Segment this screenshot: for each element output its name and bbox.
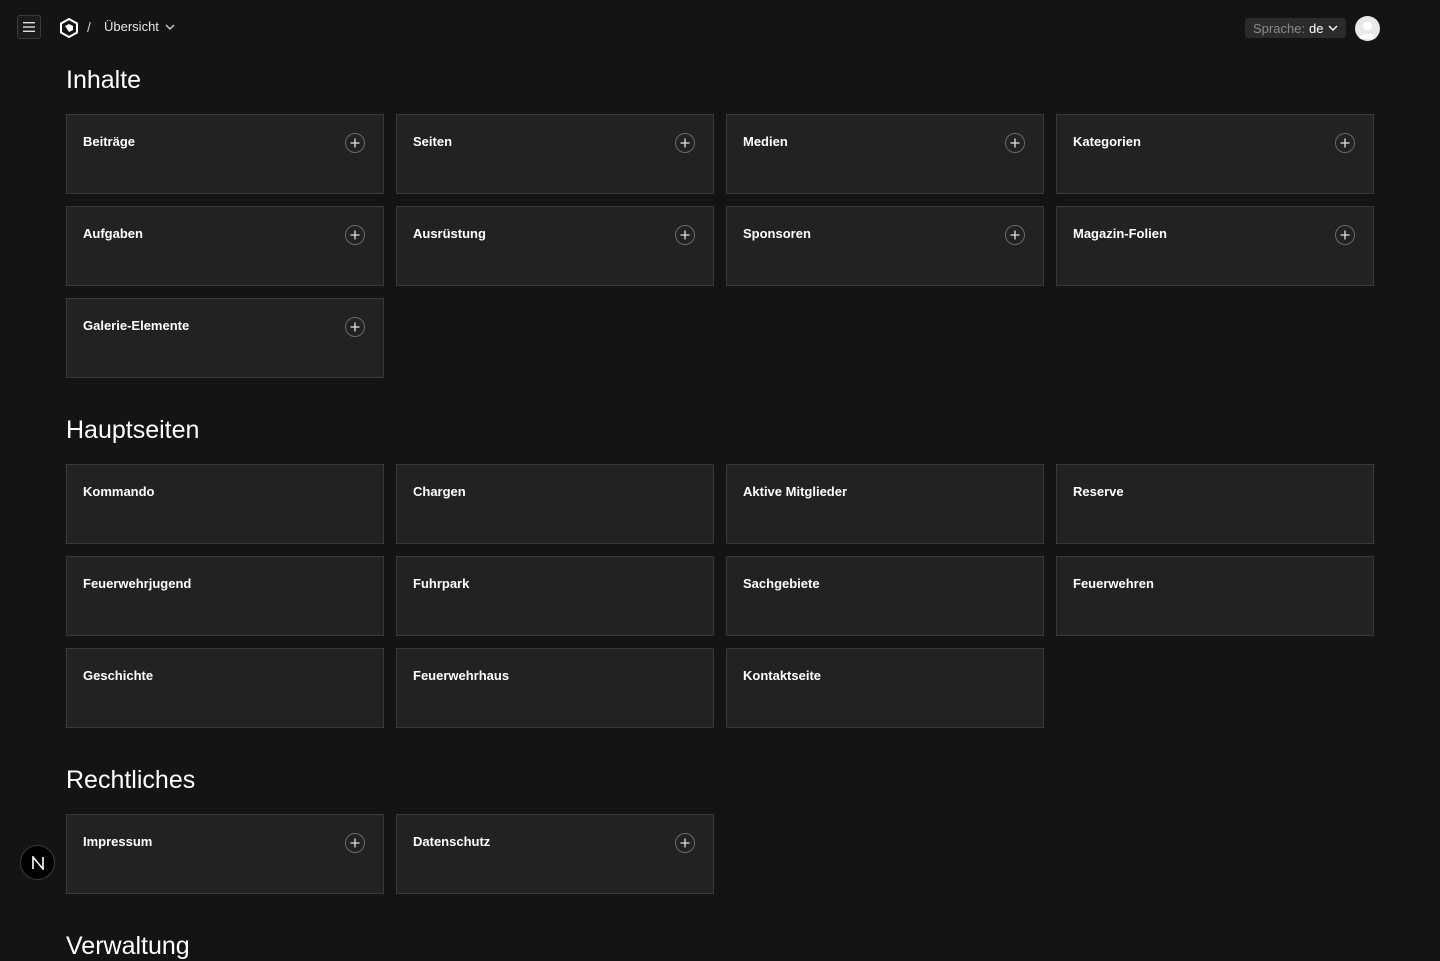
add-item-button[interactable] — [1005, 133, 1025, 153]
user-icon — [1359, 21, 1376, 39]
plus-icon — [1340, 230, 1350, 240]
collection-card-label: Kommando — [83, 484, 155, 499]
collection-card-label: Fuhrpark — [413, 576, 470, 591]
collection-card[interactable]: Impressum — [66, 814, 384, 894]
collection-card-label: Aufgaben — [83, 226, 143, 241]
plus-icon — [350, 230, 360, 240]
collection-card-label: Sachgebiete — [743, 576, 820, 591]
collection-card[interactable]: Galerie-Elemente — [66, 298, 384, 378]
add-item-button[interactable] — [675, 225, 695, 245]
collection-card[interactable]: Feuerwehren — [1056, 556, 1374, 636]
collection-card-label: Seiten — [413, 134, 453, 149]
next-logo-icon — [31, 855, 44, 870]
plus-icon — [680, 138, 690, 148]
collection-card-label: Feuerwehren — [1073, 576, 1154, 591]
collection-card-label: Geschichte — [83, 668, 154, 683]
avatar[interactable] — [1355, 16, 1380, 41]
collection-card-label: Chargen — [413, 484, 466, 499]
app-logo-icon[interactable] — [58, 17, 80, 39]
collection-card-label: Magazin-Folien — [1073, 226, 1167, 241]
top-bar: / Übersicht Sprache: de — [0, 0, 1440, 56]
plus-icon — [1010, 230, 1020, 240]
collection-card[interactable]: Ausrüstung — [396, 206, 714, 286]
collection-card[interactable]: Magazin-Folien — [1056, 206, 1374, 286]
collection-card[interactable]: Geschichte — [66, 648, 384, 728]
plus-icon — [350, 838, 360, 848]
collection-card[interactable]: Kategorien — [1056, 114, 1374, 194]
breadcrumb-label: Übersicht — [104, 19, 159, 34]
collection-card-label: Feuerwehrhaus — [413, 668, 510, 683]
collection-card-label: Aktive Mitglieder — [743, 484, 848, 499]
section-title: Hauptseiten — [66, 416, 200, 444]
section-title: Inhalte — [66, 66, 142, 94]
collection-card-label: Sponsoren — [743, 226, 811, 241]
collection-card[interactable]: Fuhrpark — [396, 556, 714, 636]
add-item-button[interactable] — [675, 133, 695, 153]
add-item-button[interactable] — [345, 225, 365, 245]
collection-card-label: Kontaktseite — [743, 668, 822, 683]
collection-card-label: Feuerwehrjugend — [83, 576, 192, 591]
language-label: Sprache: — [1253, 20, 1306, 36]
collection-card-label: Kategorien — [1073, 134, 1141, 149]
add-item-button[interactable] — [1335, 225, 1355, 245]
section-title: Verwaltung — [66, 932, 190, 960]
collection-card[interactable]: Datenschutz — [396, 814, 714, 894]
menu-toggle-button[interactable] — [17, 15, 41, 39]
hamburger-icon — [23, 22, 35, 32]
collection-card-label: Ausrüstung — [413, 226, 486, 241]
collection-card[interactable]: Aktive Mitglieder — [726, 464, 1044, 544]
add-item-button[interactable] — [1005, 225, 1025, 245]
language-selector[interactable]: Sprache: de — [1245, 18, 1346, 38]
plus-icon — [680, 230, 690, 240]
collection-card-label: Beiträge — [83, 134, 136, 149]
collection-card-label: Datenschutz — [413, 834, 491, 849]
language-value: de — [1309, 20, 1324, 36]
plus-icon — [350, 322, 360, 332]
add-item-button[interactable] — [345, 833, 365, 853]
plus-icon — [1340, 138, 1350, 148]
add-item-button[interactable] — [1335, 133, 1355, 153]
collection-card[interactable]: Aufgaben — [66, 206, 384, 286]
collection-card[interactable]: Sachgebiete — [726, 556, 1044, 636]
collection-card[interactable]: Sponsoren — [726, 206, 1044, 286]
add-item-button[interactable] — [675, 833, 695, 853]
collection-card-label: Galerie-Elemente — [83, 318, 190, 333]
next-dev-indicator-button[interactable] — [20, 845, 55, 880]
plus-icon — [350, 138, 360, 148]
collection-card[interactable]: Medien — [726, 114, 1044, 194]
add-item-button[interactable] — [345, 317, 365, 337]
breadcrumb-separator: / — [87, 19, 91, 35]
collection-card-label: Impressum — [83, 834, 153, 849]
collection-card[interactable]: Reserve — [1056, 464, 1374, 544]
plus-icon — [1010, 138, 1020, 148]
collection-card[interactable]: Kontaktseite — [726, 648, 1044, 728]
chevron-down-icon — [1328, 25, 1338, 31]
collection-card-label: Medien — [743, 134, 788, 149]
collection-card[interactable]: Kommando — [66, 464, 384, 544]
collection-card-label: Reserve — [1073, 484, 1124, 499]
add-item-button[interactable] — [345, 133, 365, 153]
plus-icon — [680, 838, 690, 848]
section-title: Rechtliches — [66, 766, 196, 794]
collection-card[interactable]: Chargen — [396, 464, 714, 544]
collection-card[interactable]: Feuerwehrjugend — [66, 556, 384, 636]
collection-card[interactable]: Seiten — [396, 114, 714, 194]
collection-card[interactable]: Beiträge — [66, 114, 384, 194]
breadcrumb-current[interactable]: Übersicht — [104, 19, 175, 34]
collection-card[interactable]: Feuerwehrhaus — [396, 648, 714, 728]
chevron-down-icon — [165, 24, 175, 30]
